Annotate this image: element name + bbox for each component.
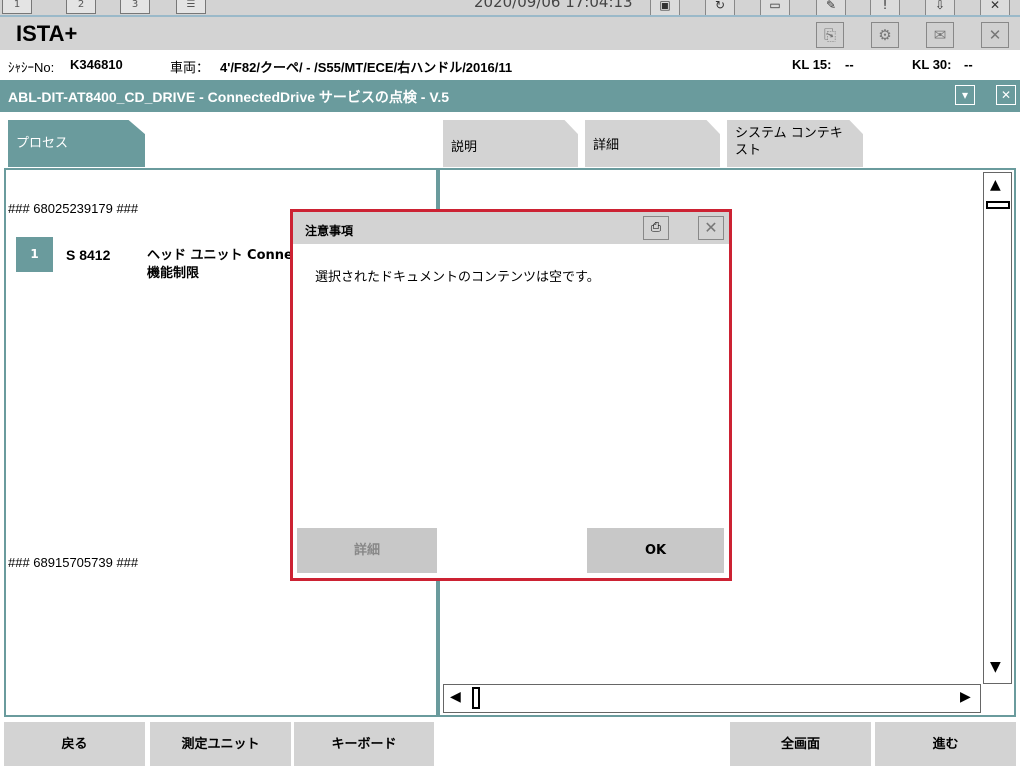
close-icon[interactable]: ✕ (981, 22, 1009, 48)
hscroll-thumb[interactable] (472, 687, 480, 709)
mail-icon[interactable]: ✉ (926, 22, 954, 48)
step-desc-line2: 機能制限 (147, 266, 200, 281)
close-procedure-icon[interactable]: ✕ (996, 85, 1016, 105)
app-title: ISTA+ (16, 21, 78, 46)
procedure-title: ABL-DIT-AT8400_CD_DRIVE - ConnectedDrive… (8, 89, 450, 105)
fullscreen-button[interactable]: 全画面 (730, 722, 871, 766)
top-divider (0, 15, 1020, 17)
kl15-value: -- (845, 57, 854, 72)
edit-icon[interactable]: ✎ (816, 0, 846, 16)
workspace-tab-1[interactable]: 1 (2, 0, 32, 14)
close-top-icon[interactable]: ✕ (980, 0, 1010, 16)
clipboard-icon[interactable]: ⎘ (816, 22, 844, 48)
back-button[interactable]: 戻る (4, 722, 145, 766)
step-description[interactable]: ヘッド ユニット Conne 機能制限 (147, 247, 292, 283)
minimize-icon[interactable]: ▾ (955, 85, 975, 105)
save-icon[interactable]: ▣ (650, 0, 680, 16)
scroll-right-icon[interactable]: ▶ (960, 689, 971, 705)
procedure-header: ABL-DIT-AT8400_CD_DRIVE - ConnectedDrive… (0, 80, 1020, 112)
notice-dialog: 注意事項 ⎙ ✕ 選択されたドキュメントのコンテンツは空です。 詳細 OK (290, 209, 732, 581)
next-button[interactable]: 進む (875, 722, 1016, 766)
scroll-down-icon[interactable]: ▼ (990, 659, 1001, 675)
workspace-tab-3[interactable]: 3 (120, 0, 150, 14)
info-icon[interactable]: ! (870, 0, 900, 16)
step-desc-line1: ヘッド ユニット Conne (147, 248, 292, 263)
scroll-up-icon[interactable]: ▲ (990, 177, 1001, 193)
dialog-title: 注意事項 (305, 224, 354, 238)
keyboard-button[interactable]: キーボード (294, 722, 434, 766)
hash-bottom: ### 68915705739 ### (8, 555, 139, 570)
list-icon[interactable]: ☰ (176, 0, 206, 14)
dialog-header: 注意事項 ⎙ ✕ (293, 212, 729, 244)
tab-system-context[interactable]: システム コンテキスト (727, 120, 863, 167)
print-icon[interactable]: ⎙ (643, 216, 669, 240)
tab-details[interactable]: 詳細 (585, 120, 720, 167)
vehicle-label: 車両： (170, 60, 210, 75)
kl30-label: KL 30: (912, 57, 952, 72)
download-icon[interactable]: ⇩ (925, 0, 955, 16)
top-bar: 1 2 3 ☰ 2020/09/06 17:04:13 ▣ ↻ ▭ ✎ ! ⇩ … (0, 0, 1020, 50)
vehicle-description: 4'/F82/クーペ/ - /S55/MT/ECE/右ハンドル/2016/11 (220, 60, 513, 75)
sync-icon[interactable]: ↻ (705, 0, 735, 16)
step-code[interactable]: S 8412 (66, 247, 110, 263)
datetime: 2020/09/06 17:04:13 (474, 0, 633, 11)
chassis-label: ｼｬｼｰNo: (8, 60, 55, 75)
hash-top: ### 68025239179 ### (8, 201, 139, 216)
kl30-value: -- (964, 57, 973, 72)
dialog-close-icon[interactable]: ✕ (698, 216, 724, 240)
kl15-label: KL 15: (792, 57, 832, 72)
vehicle-info-bar: ｼｬｼｰNo: K346810 車両： 4'/F82/クーペ/ - /S55/M… (0, 50, 1020, 80)
gear-icon[interactable]: ⚙ (871, 22, 899, 48)
workspace-tab-2[interactable]: 2 (66, 0, 96, 14)
tab-process[interactable]: プロセス (8, 120, 145, 167)
measuring-unit-button[interactable]: 測定ユニット (150, 722, 291, 766)
scroll-left-icon[interactable]: ◀ (450, 689, 461, 705)
dialog-message: 選択されたドキュメントのコンテンツは空です。 (315, 270, 600, 285)
image-icon[interactable]: ▭ (760, 0, 790, 16)
step-number[interactable]: 1 (16, 237, 53, 272)
details-button[interactable]: 詳細 (297, 528, 437, 573)
vertical-scrollbar[interactable]: ▲ ▼ (983, 172, 1012, 684)
ok-button[interactable]: OK (587, 528, 724, 573)
tab-description[interactable]: 説明 (443, 120, 578, 167)
chassis-number: K346810 (70, 57, 123, 72)
scroll-thumb[interactable] (986, 201, 1010, 209)
horizontal-scrollbar[interactable]: ◀ ▶ (443, 684, 981, 713)
